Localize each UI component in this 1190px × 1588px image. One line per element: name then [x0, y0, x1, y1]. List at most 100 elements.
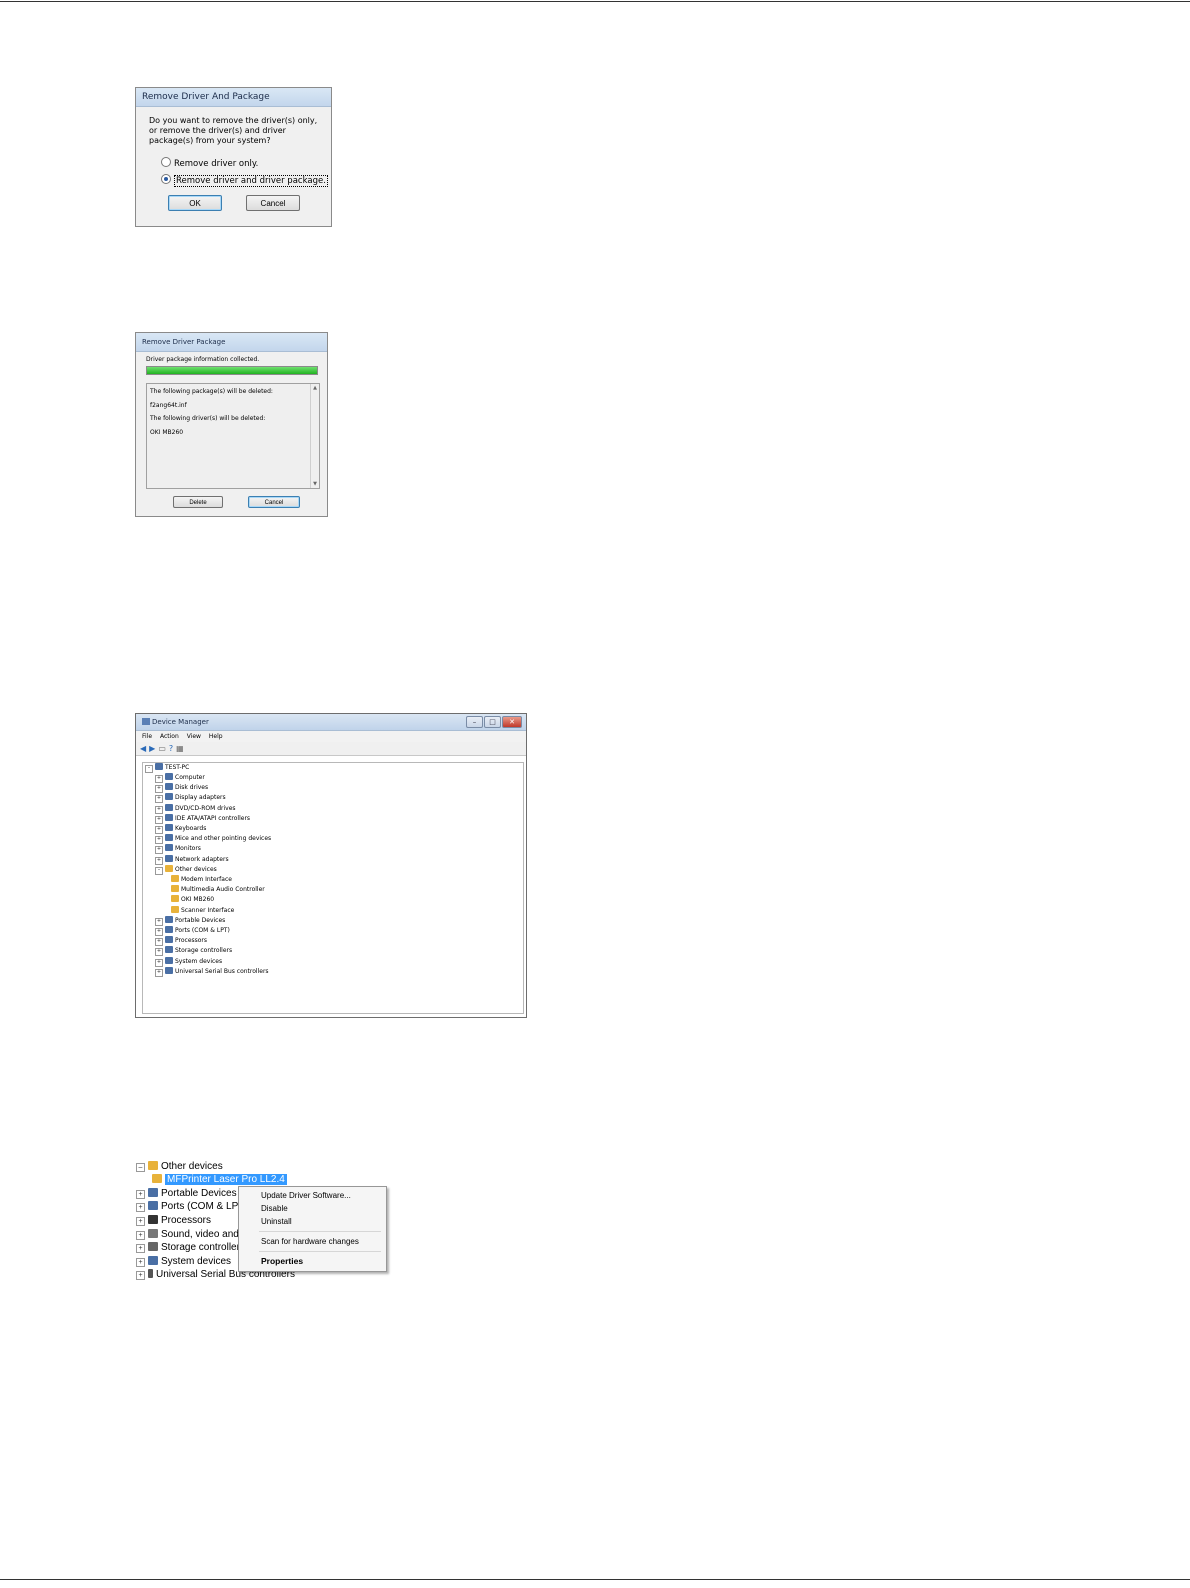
option-label: Remove driver and driver package. [174, 175, 328, 187]
close-icon[interactable]: ✕ [502, 716, 522, 728]
tree-item-system-devices[interactable]: + System devices [136, 1255, 231, 1268]
tree-item-other-devices[interactable]: – Other devices [136, 1160, 223, 1173]
minimize-icon[interactable]: – [466, 716, 483, 728]
tree-item-sound[interactable]: + Sound, video and g [136, 1228, 247, 1241]
tree-item[interactable]: + Disk drives [155, 783, 208, 794]
expand-icon[interactable]: + [155, 958, 163, 967]
expand-icon[interactable]: + [155, 846, 163, 855]
expand-icon[interactable]: + [155, 785, 163, 794]
tree-label: Other devices [175, 865, 217, 873]
tree-item[interactable]: + System devices [155, 956, 222, 967]
menu-item-properties[interactable]: Properties [261, 1256, 303, 1266]
expand-icon[interactable]: + [155, 826, 163, 834]
expand-icon[interactable]: + [136, 1217, 145, 1226]
tree-item[interactable]: + Storage controllers [155, 946, 232, 957]
expand-icon[interactable]: + [155, 917, 163, 926]
view-icon[interactable]: ▦ [176, 744, 184, 753]
tree-item[interactable]: + Monitors [155, 844, 201, 855]
tree-item[interactable]: + Computer [155, 773, 205, 783]
expand-icon[interactable]: + [155, 938, 163, 947]
back-arrow-icon[interactable]: ◀ [140, 744, 146, 753]
expand-icon[interactable]: + [155, 836, 163, 845]
remove-driver-only-option[interactable]: Remove driver only. [161, 157, 258, 169]
properties-icon[interactable]: ▭ [158, 744, 166, 753]
speaker-icon [148, 1229, 158, 1238]
expand-icon[interactable]: + [155, 775, 163, 783]
cancel-button[interactable]: Cancel [248, 496, 300, 508]
tree-item[interactable]: + Processors [155, 936, 207, 947]
expand-icon[interactable]: + [136, 1190, 145, 1199]
package-list[interactable]: The following package(s) will be deleted… [146, 383, 320, 489]
device-category-icon [165, 844, 173, 852]
tree-item-mfprinter[interactable]: MFPrinter Laser Pro LL2.4 [152, 1173, 287, 1186]
scroll-down-icon[interactable]: ▼ [311, 481, 319, 487]
remove-driver-and-package-option[interactable]: Remove driver and driver package. [161, 174, 328, 187]
device-tree[interactable]: – TEST-PC + Computer + Disk drives + Display a… [142, 762, 524, 1014]
menu-item-disable[interactable]: Disable [261, 1204, 288, 1213]
tree-item-storage[interactable]: + Storage controllers [136, 1241, 245, 1254]
radio-selected-icon[interactable] [161, 174, 171, 184]
ports-icon [148, 1201, 158, 1210]
remove-driver-package-dialog: Remove Driver Package Driver package inf… [135, 332, 328, 517]
tree-item[interactable]: + Display adapters [155, 793, 226, 804]
collapse-icon[interactable]: – [145, 765, 153, 773]
menu-item-uninstall[interactable]: Uninstall [261, 1217, 292, 1226]
expand-icon[interactable]: + [136, 1203, 145, 1212]
device-manager-icon [142, 718, 150, 725]
list-line: The following package(s) will be deleted… [150, 388, 273, 395]
tree-item[interactable]: OKI MB260 [171, 895, 214, 905]
collapse-icon[interactable]: – [136, 1163, 145, 1172]
tree-label-selected: MFPrinter Laser Pro LL2.4 [165, 1174, 287, 1185]
remove-driver-and-package-dialog: Remove Driver And Package Do you want to… [135, 87, 332, 227]
tree-item[interactable]: + IDE ATA/ATAPI controllers [155, 813, 250, 824]
tree-item[interactable]: + Keyboards [155, 824, 206, 834]
tree-item[interactable]: + Mice and other pointing devices [155, 834, 272, 845]
scroll-up-icon[interactable]: ▲ [311, 385, 319, 391]
ok-button[interactable]: OK [168, 195, 222, 211]
menu-item-update-driver[interactable]: Update Driver Software... [261, 1191, 351, 1200]
expand-icon[interactable]: + [155, 928, 163, 936]
tree-item-processors[interactable]: + Processors [136, 1214, 211, 1227]
expand-icon[interactable]: + [136, 1244, 145, 1253]
expand-icon[interactable]: + [136, 1231, 145, 1240]
expand-icon[interactable]: + [155, 795, 163, 804]
expand-icon[interactable]: + [155, 948, 163, 957]
tree-root[interactable]: – TEST-PC [145, 763, 189, 773]
expand-icon[interactable]: + [155, 815, 163, 824]
scrollbar[interactable]: ▲ ▼ [310, 384, 319, 488]
tree-item-portable-devices[interactable]: + Portable Devices [136, 1187, 237, 1200]
tree-item[interactable]: + DVD/CD-ROM drives [155, 803, 236, 814]
expand-icon[interactable]: + [136, 1271, 145, 1280]
menu-help[interactable]: Help [209, 733, 223, 740]
tree-item[interactable]: Modem Interface [171, 875, 232, 885]
tree-label: Ports (COM & LPT [161, 1201, 245, 1212]
expand-icon[interactable]: + [155, 968, 163, 977]
menu-file[interactable]: File [142, 733, 152, 740]
menu-action[interactable]: Action [160, 733, 179, 740]
tree-item[interactable]: – Other devices [155, 864, 217, 875]
tree-item[interactable]: Multimedia Audio Controller [171, 885, 265, 895]
tree-label: Mice and other pointing devices [175, 835, 272, 843]
tree-item-ports[interactable]: + Ports (COM & LPT [136, 1200, 244, 1213]
help-icon[interactable]: ? [169, 744, 173, 753]
tree-item[interactable]: + Universal Serial Bus controllers [155, 966, 269, 977]
tree-label: Scanner Interface [181, 906, 235, 914]
menu-view[interactable]: View [187, 733, 201, 740]
tree-label: Multimedia Audio Controller [181, 886, 265, 894]
expand-icon[interactable]: + [155, 805, 163, 814]
expand-icon[interactable]: + [136, 1258, 145, 1267]
collapse-icon[interactable]: – [155, 866, 163, 875]
forward-arrow-icon[interactable]: ▶ [149, 744, 155, 753]
tree-item[interactable]: + Ports (COM & LPT) [155, 926, 230, 936]
tree-item[interactable]: + Portable Devices [155, 915, 225, 926]
radio-icon[interactable] [161, 157, 171, 167]
expand-icon[interactable]: + [155, 856, 163, 865]
menu-item-scan[interactable]: Scan for hardware changes [261, 1237, 359, 1246]
tree-label: Ports (COM & LPT) [175, 927, 230, 934]
warning-device-icon [171, 875, 179, 882]
delete-button[interactable]: Delete [173, 496, 223, 508]
cancel-button[interactable]: Cancel [246, 195, 300, 211]
tree-item[interactable]: + Network adapters [155, 854, 229, 865]
maximize-icon[interactable]: □ [484, 716, 501, 728]
tree-item[interactable]: Scanner Interface [171, 905, 235, 916]
